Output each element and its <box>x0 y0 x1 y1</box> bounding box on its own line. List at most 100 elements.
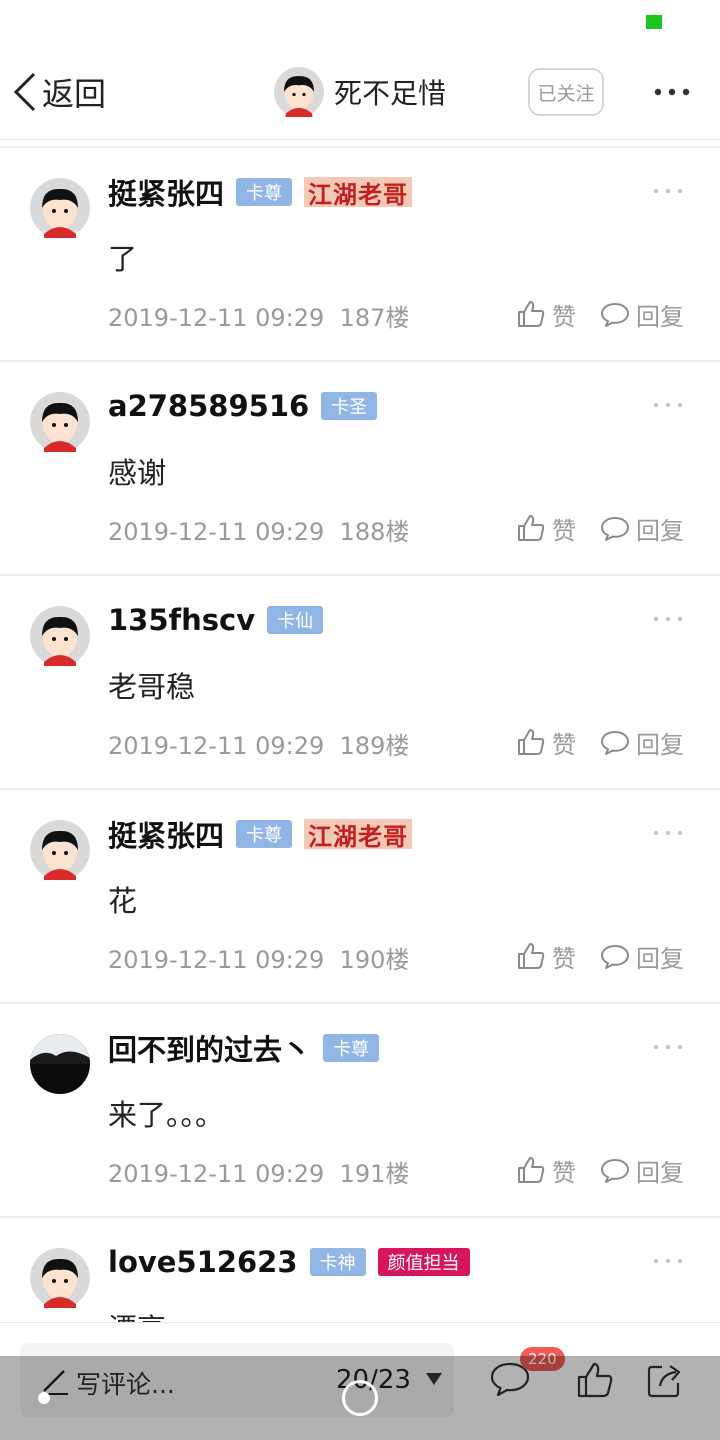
comment-bubble-icon <box>601 731 629 755</box>
reply-time: 2019-12-11 09:29 <box>108 1160 325 1188</box>
reply-content: 花 <box>108 884 138 918</box>
comment-count-badge: 220 <box>520 1347 565 1371</box>
comment-bubble-icon <box>601 517 629 541</box>
extra-tag: 颜值担当 <box>377 1248 470 1276</box>
reply-meta: 2019-12-11 09:29 190楼 <box>108 940 409 975</box>
chevron-left-icon <box>13 72 36 112</box>
back-button[interactable]: 返回 <box>12 70 106 114</box>
comment-input[interactable]: 写评论... 20/23 <box>20 1343 454 1417</box>
thumb-up-icon <box>518 1157 545 1183</box>
reply-time: 2019-12-11 09:29 <box>108 304 325 332</box>
user-avatar[interactable] <box>30 1034 90 1094</box>
reply-time: 2019-12-11 09:29 <box>108 518 325 546</box>
like-button[interactable]: 赞 <box>516 938 576 974</box>
reply-label: 回复 <box>636 516 684 545</box>
level-tag: 卡圣 <box>321 392 378 420</box>
reply-button[interactable]: 回复 <box>600 938 684 974</box>
like-label: 赞 <box>552 302 576 331</box>
username[interactable]: 135fhscv <box>108 603 255 637</box>
reply-floor: 190楼 <box>339 946 410 974</box>
reply-item: love512623 卡神 颜值担当 漂亮 <box>0 1218 720 1322</box>
reply-meta: 2019-12-11 09:29 189楼 <box>108 726 409 761</box>
reply-content: 来了。。。 <box>108 1098 225 1132</box>
reply-time: 2019-12-11 09:29 <box>108 732 325 760</box>
reply-content: 感谢 <box>108 456 167 490</box>
reply-item: 135fhscv 卡仙 老哥稳 2019-12-11 09:29 189楼 赞 … <box>0 576 720 790</box>
reply-button[interactable]: 回复 <box>600 724 684 760</box>
like-button[interactable]: 赞 <box>516 1152 576 1188</box>
thread-author[interactable]: 死不足惜 <box>274 66 446 118</box>
comment-bubble-icon <box>601 1159 629 1183</box>
like-button[interactable]: 赞 <box>516 296 576 332</box>
like-label: 赞 <box>552 516 576 545</box>
reply-list: 挺紧张四 卡尊 江湖老哥 了 2019-12-11 09:29 187楼 赞 回… <box>0 148 720 1322</box>
user-avatar[interactable] <box>30 178 90 238</box>
top-nav-bar: 返回 死不足惜 已关注 <box>0 44 720 140</box>
user-row: 回不到的过去丶 卡尊 <box>108 1024 380 1072</box>
reply-time: 2019-12-11 09:29 <box>108 946 325 974</box>
honor-badge: 江湖老哥 <box>304 819 413 851</box>
thumb-up-icon <box>518 515 545 541</box>
user-row: love512623 卡神 颜值担当 <box>108 1238 470 1286</box>
reply-label: 回复 <box>636 302 684 331</box>
author-avatar[interactable] <box>274 67 324 117</box>
like-label: 赞 <box>552 1158 576 1187</box>
follow-button[interactable]: 已关注 <box>528 68 604 116</box>
more-horizontal-icon[interactable] <box>652 1256 684 1266</box>
reply-meta: 2019-12-11 09:29 187楼 <box>108 298 409 333</box>
level-tag: 卡尊 <box>323 1034 380 1062</box>
touch-indicator <box>38 1392 50 1404</box>
user-avatar[interactable] <box>30 392 90 452</box>
reply-item: 回不到的过去丶 卡尊 来了。。。 2019-12-11 09:29 191楼 赞… <box>0 1004 720 1218</box>
reply-content: 漂亮 <box>108 1306 166 1322</box>
user-avatar[interactable] <box>30 606 90 666</box>
reply-floor: 187楼 <box>339 304 410 332</box>
reply-button[interactable]: 回复 <box>600 296 684 332</box>
status-bar <box>0 0 720 44</box>
status-indicator <box>646 15 662 29</box>
username[interactable]: 回不到的过去丶 <box>108 1027 311 1069</box>
level-tag: 卡尊 <box>236 178 293 206</box>
caret-down-icon[interactable] <box>424 1371 444 1387</box>
more-horizontal-icon[interactable] <box>652 186 684 196</box>
username[interactable]: a278589516 <box>108 389 309 423</box>
username[interactable]: 挺紧张四 <box>108 171 224 213</box>
like-label: 赞 <box>552 944 576 973</box>
reply-meta: 2019-12-11 09:29 191楼 <box>108 1154 409 1189</box>
more-horizontal-icon[interactable] <box>652 614 684 624</box>
more-horizontal-icon[interactable] <box>652 1042 684 1052</box>
thumb-up-icon[interactable] <box>576 1361 614 1399</box>
thumb-up-icon <box>518 729 545 755</box>
back-label: 返回 <box>42 75 107 113</box>
comment-bubble-icon <box>601 945 629 969</box>
level-tag: 卡仙 <box>267 606 324 634</box>
reply-button[interactable]: 回复 <box>600 510 684 546</box>
more-horizontal-icon[interactable] <box>652 400 684 410</box>
user-avatar[interactable] <box>30 820 90 880</box>
share-icon[interactable] <box>646 1361 684 1399</box>
like-button[interactable]: 赞 <box>516 724 576 760</box>
home-button[interactable] <box>342 1380 378 1416</box>
honor-badge: 江湖老哥 <box>304 177 413 209</box>
reply-content: 老哥稳 <box>108 670 196 704</box>
user-row: 135fhscv 卡仙 <box>108 596 324 644</box>
reply-floor: 191楼 <box>339 1160 410 1188</box>
reply-button[interactable]: 回复 <box>600 1152 684 1188</box>
comment-placeholder: 写评论... <box>76 1370 175 1399</box>
username[interactable]: 挺紧张四 <box>108 813 224 855</box>
user-row: a278589516 卡圣 <box>108 382 378 430</box>
comment-bubble-icon <box>601 303 629 327</box>
user-row: 挺紧张四 卡尊 江湖老哥 <box>108 168 413 216</box>
user-row: 挺紧张四 卡尊 江湖老哥 <box>108 810 413 858</box>
like-button[interactable]: 赞 <box>516 510 576 546</box>
reply-floor: 188楼 <box>339 518 410 546</box>
reply-content: 了 <box>108 242 138 276</box>
user-avatar[interactable] <box>30 1248 90 1308</box>
thumb-up-icon <box>518 301 545 327</box>
more-horizontal-icon[interactable] <box>652 828 684 838</box>
level-tag: 卡尊 <box>236 820 293 848</box>
like-label: 赞 <box>552 730 576 759</box>
more-horizontal-icon[interactable] <box>652 84 692 100</box>
username[interactable]: love512623 <box>108 1245 298 1279</box>
reply-label: 回复 <box>636 730 684 759</box>
